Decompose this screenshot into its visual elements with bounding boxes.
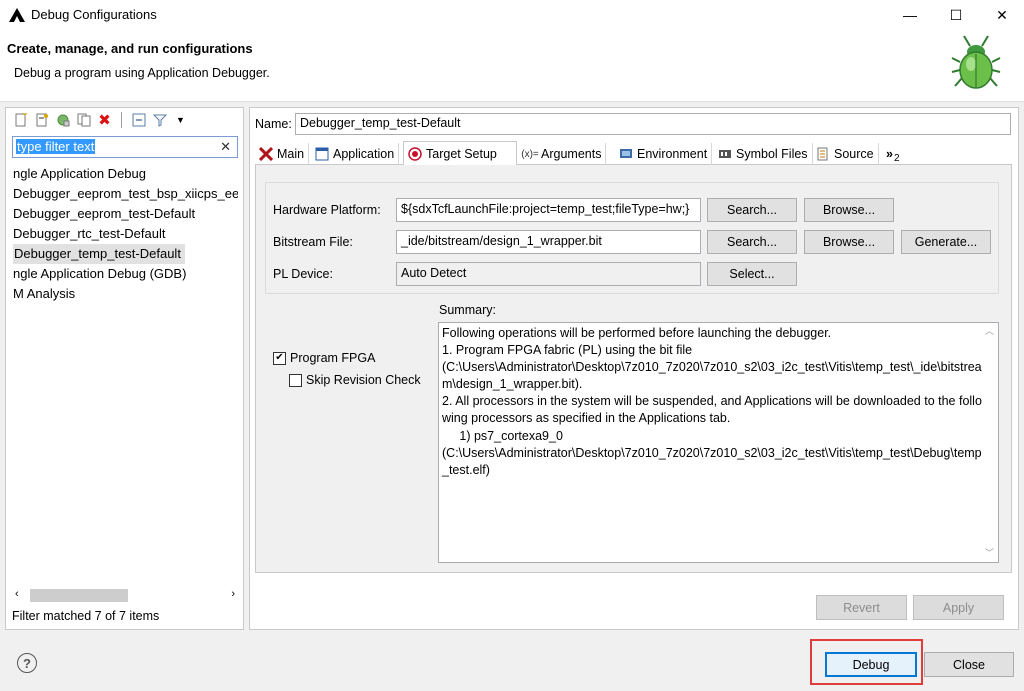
tree-item[interactable]: Debugger_rtc_test-Default	[13, 224, 238, 244]
tab-target-setup-label: Target Setup	[426, 146, 497, 161]
toolbar-separator	[121, 112, 122, 128]
summary-text: Following operations will be performed b…	[442, 326, 982, 477]
debug-button[interactable]: Debug	[825, 652, 917, 677]
new-prototype-icon[interactable]	[33, 112, 50, 129]
scroll-up-icon[interactable]: ︿	[985, 324, 994, 337]
close-button[interactable]: Close	[924, 652, 1014, 677]
maximize-icon[interactable]: ☐	[933, 0, 979, 30]
hardware-platform-field[interactable]: ${sdxTcfLaunchFile:project=temp_test;fil…	[396, 198, 701, 222]
scroll-down-icon[interactable]: ﹀	[985, 546, 994, 559]
delete-config-icon[interactable]: ✖	[96, 112, 113, 129]
bitstream-search-button[interactable]: Search...	[707, 230, 797, 254]
export-config-icon[interactable]	[54, 112, 71, 129]
view-menu-chevron-down-icon[interactable]: ▼	[172, 112, 189, 129]
dialog-header: Create, manage, and run configurations D…	[0, 30, 1024, 102]
skip-revision-checkbox[interactable]: Skip Revision Check	[289, 373, 421, 387]
tree-item-selected[interactable]: Debugger_temp_test-Default	[13, 244, 185, 264]
tree-item[interactable]: Debugger_eeprom_test-Default	[13, 204, 238, 224]
revert-button[interactable]: Revert	[816, 595, 907, 620]
close-window-icon[interactable]: ✕	[979, 0, 1024, 30]
hardware-group: Hardware Platform: ${sdxTcfLaunchFile:pr…	[265, 182, 999, 294]
bitstream-generate-button[interactable]: Generate...	[901, 230, 991, 254]
debug-bug-icon	[951, 35, 1001, 89]
tab-overflow[interactable]: » 2	[882, 143, 904, 165]
clear-filter-icon[interactable]: ✕	[220, 139, 231, 155]
pl-device-select-button[interactable]: Select...	[707, 262, 797, 286]
header-title: Create, manage, and run configurations	[7, 41, 253, 56]
symbol-files-icon	[718, 147, 732, 161]
hardware-browse-button[interactable]: Browse...	[804, 198, 894, 222]
target-icon	[408, 146, 422, 161]
header-subtitle: Debug a program using Application Debugg…	[14, 66, 270, 80]
target-setup-content: Hardware Platform: ${sdxTcfLaunchFile:pr…	[255, 165, 1012, 573]
help-icon[interactable]: ?	[17, 653, 37, 673]
arguments-icon: (x)=	[521, 148, 539, 160]
program-fpga-checkbox[interactable]: ✔ Program FPGA	[273, 351, 375, 365]
scroll-left-icon[interactable]: ‹	[15, 588, 19, 600]
horizontal-scrollbar[interactable]: ‹ ›	[13, 587, 237, 604]
name-input[interactable]: Debugger_temp_test-Default	[295, 113, 1011, 135]
summary-textarea[interactable]: Following operations will be performed b…	[438, 322, 999, 563]
pl-device-label: PL Device:	[273, 267, 333, 281]
tab-strip: Main Application Target Setup (x)= Argum…	[255, 141, 1012, 166]
tab-arguments-label: Arguments	[541, 147, 602, 161]
tab-source-label: Source	[834, 147, 874, 161]
tab-environment-label: Environment	[637, 147, 708, 161]
minimize-icon[interactable]: —	[887, 0, 933, 30]
environment-icon	[619, 147, 633, 161]
summary-vertical-scrollbar[interactable]: ︿ ﹀	[983, 324, 997, 561]
bitstream-field[interactable]: _ide/bitstream/design_1_wrapper.bit	[396, 230, 701, 254]
hardware-search-button[interactable]: Search...	[707, 198, 797, 222]
tab-symbol-files[interactable]: Symbol Files	[714, 143, 813, 165]
filter-status-text: Filter matched 7 of 7 items	[12, 609, 160, 623]
configuration-detail-panel: Name: Debugger_temp_test-Default Main Ap…	[249, 107, 1019, 630]
skip-revision-label: Skip Revision Check	[306, 373, 421, 387]
filter-input-text: type filter text	[16, 139, 96, 154]
title-bar: Debug Configurations — ☐ ✕	[0, 0, 1024, 30]
tree-item[interactable]: Debugger_eeprom_test_bsp_xiicps_eep	[13, 184, 238, 204]
bitstream-label: Bitstream File:	[273, 235, 353, 249]
program-fpga-check-icon: ✔	[273, 351, 286, 365]
apply-button[interactable]: Apply	[913, 595, 1004, 620]
tab-source[interactable]: Source	[812, 143, 879, 165]
program-fpga-label: Program FPGA	[290, 351, 376, 365]
tree-item[interactable]: ngle Application Debug (GDB)	[13, 264, 238, 284]
config-toolbar: ✖ ▼	[12, 111, 189, 129]
tab-overflow-count: 2	[893, 152, 900, 164]
filter-icon[interactable]	[151, 112, 168, 129]
tab-main-label: Main	[277, 147, 305, 161]
scroll-right-icon[interactable]: ›	[231, 588, 235, 600]
filter-input[interactable]: type filter text ✕	[12, 136, 238, 158]
tab-arguments[interactable]: (x)= Arguments	[519, 143, 607, 165]
hardware-platform-label: Hardware Platform:	[273, 203, 381, 217]
duplicate-config-icon[interactable]	[75, 112, 92, 129]
tab-target-setup[interactable]: Target Setup	[403, 141, 517, 166]
configuration-list-panel: ✖ ▼ type filter text ✕ ngle Application …	[5, 107, 244, 630]
source-icon	[816, 147, 830, 161]
collapse-all-icon[interactable]	[130, 112, 147, 129]
tree-item[interactable]: M Analysis	[13, 284, 238, 304]
window-title: Debug Configurations	[31, 7, 157, 22]
summary-label: Summary:	[439, 303, 496, 317]
tab-environment[interactable]: Environment	[615, 143, 713, 165]
skip-revision-check-icon	[289, 373, 302, 387]
name-label: Name:	[255, 117, 292, 131]
overflow-chevron-icon: »	[886, 147, 893, 161]
pl-device-field: Auto Detect	[396, 262, 701, 286]
window-icon	[315, 147, 329, 161]
tab-symbol-files-label: Symbol Files	[736, 147, 808, 161]
fpga-options-group: ✔ Program FPGA Skip Revision Check Summa…	[265, 301, 999, 565]
app-logo-icon	[9, 8, 25, 22]
tab-main[interactable]: Main	[255, 143, 310, 165]
new-config-icon[interactable]	[12, 112, 29, 129]
xilinx-x-icon	[259, 147, 273, 161]
tree-item[interactable]: ngle Application Debug	[13, 164, 238, 184]
bitstream-browse-button[interactable]: Browse...	[804, 230, 894, 254]
tab-application-label: Application	[333, 147, 395, 161]
scrollbar-thumb[interactable]	[30, 589, 128, 602]
tab-application[interactable]: Application	[311, 143, 400, 165]
